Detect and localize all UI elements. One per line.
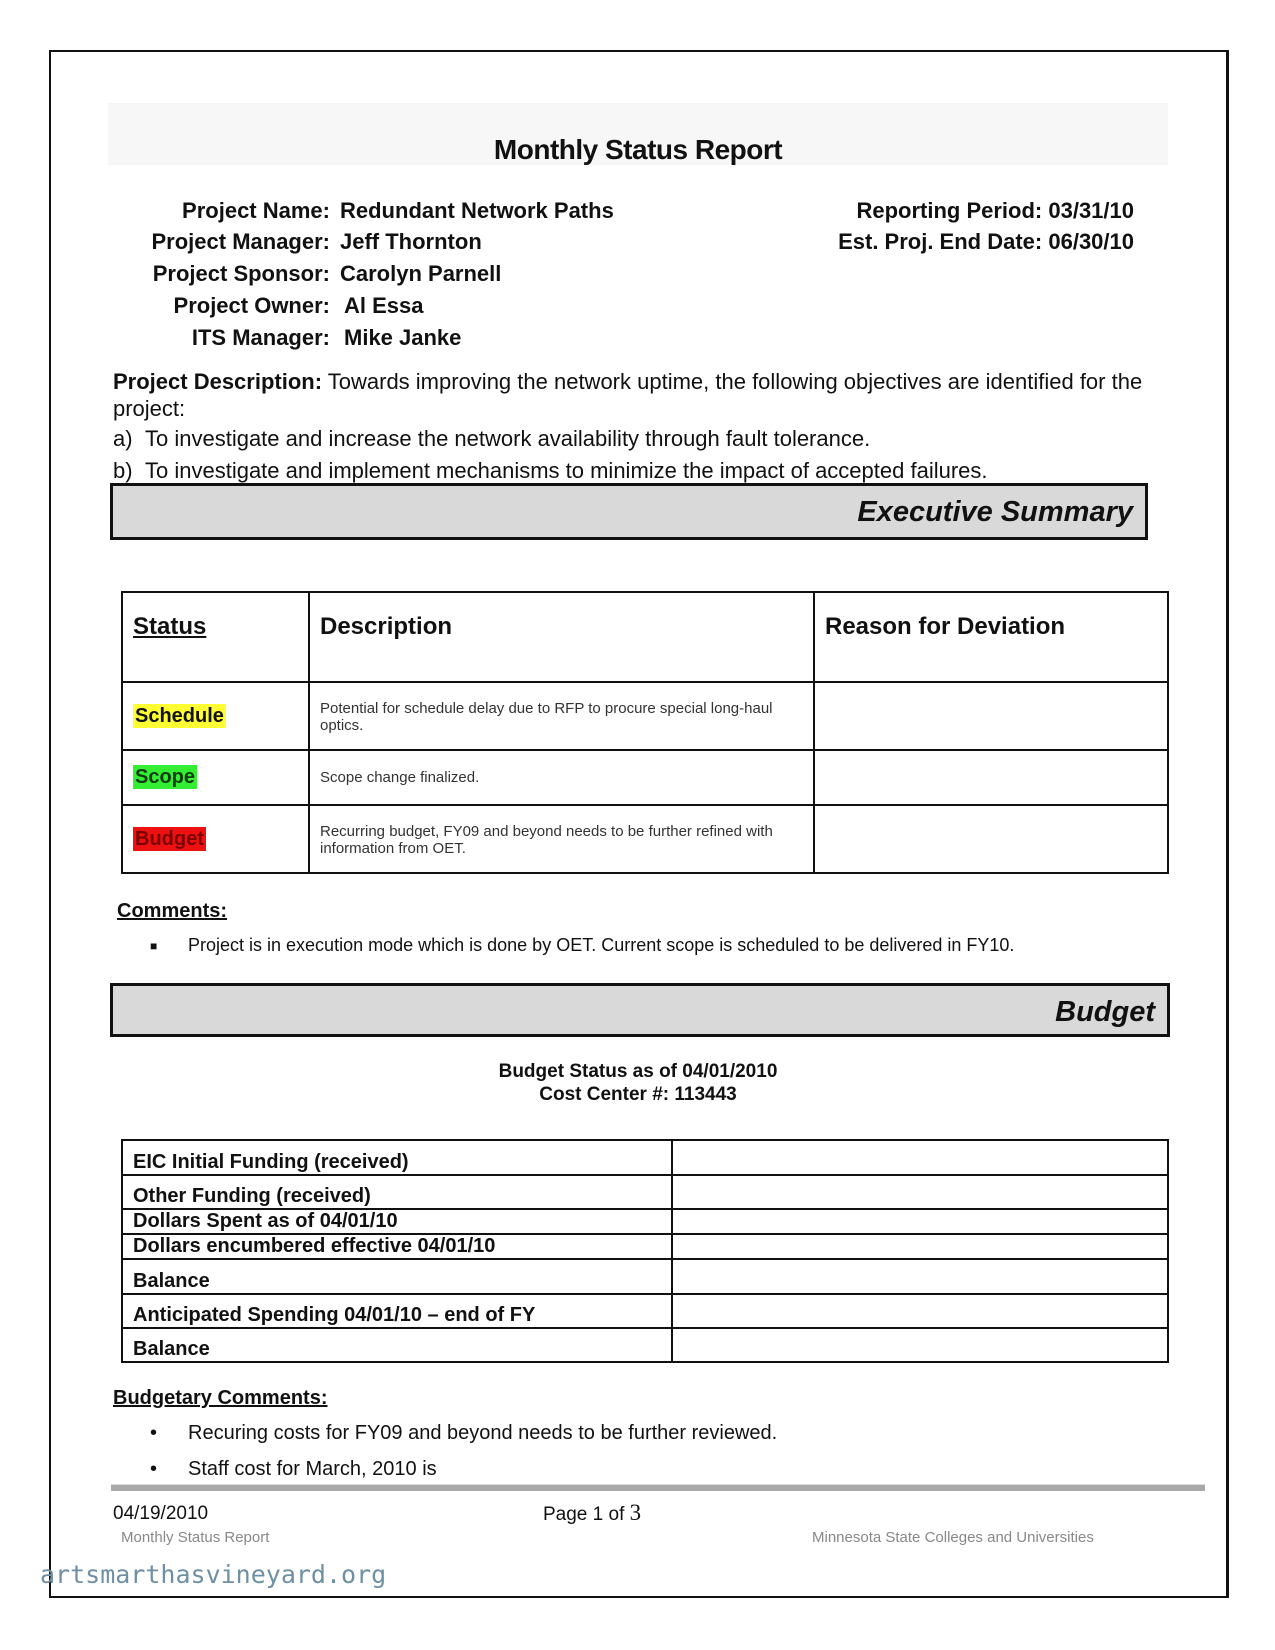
table-row: Balance bbox=[121, 1258, 1169, 1295]
project-owner-label: Project Owner: bbox=[173, 293, 330, 318]
project-manager-label: Project Manager: bbox=[151, 229, 331, 254]
table-row: Dollars encumbered effective 04/01/10 bbox=[121, 1233, 1169, 1260]
page-total: 3 bbox=[629, 1500, 642, 1525]
reporting-period-row: Reporting Period: 03/31/10 bbox=[856, 198, 1134, 224]
column-header-status: Status bbox=[121, 591, 310, 683]
footer-organization: Minnesota State Colleges and Universitie… bbox=[812, 1529, 1094, 1546]
objective-item: b) To investigate and implement mechanism… bbox=[113, 458, 988, 484]
reporting-period-label: Reporting Period: bbox=[856, 198, 1043, 223]
comment-item: ■ Project is in execution mode which is d… bbox=[150, 935, 1014, 956]
table-row: Scope Scope change finalized. bbox=[121, 749, 1169, 806]
est-end-date-value: 06/30/10 bbox=[1048, 229, 1134, 254]
budget-row-value bbox=[671, 1174, 1169, 1210]
project-sponsor-value: Carolyn Parnell bbox=[340, 261, 502, 286]
budgetary-comment-text: Staff cost for March, 2010 is bbox=[188, 1458, 437, 1480]
budget-row-label: Dollars encumbered effective 04/01/10 bbox=[121, 1233, 673, 1260]
status-cell: Scope bbox=[121, 749, 310, 806]
budget-row-value bbox=[671, 1258, 1169, 1295]
description-cell: Scope change finalized. bbox=[308, 749, 815, 806]
objective-text: To investigate and implement mechanisms … bbox=[145, 458, 988, 483]
project-name-label: Project Name: bbox=[182, 198, 330, 223]
status-badge-scope: Scope bbox=[133, 765, 198, 789]
executive-summary-heading: Executive Summary bbox=[110, 483, 1148, 540]
bullet-icon: • bbox=[150, 1422, 158, 1444]
objective-item: a) To investigate and increase the networ… bbox=[113, 426, 870, 452]
reason-cell bbox=[813, 804, 1169, 874]
column-header-description: Description bbox=[308, 591, 815, 683]
project-name-row: Project Name: Redundant Network Paths bbox=[0, 198, 614, 224]
comment-text: Project is in execution mode which is do… bbox=[188, 935, 1015, 955]
status-badge-budget: Budget bbox=[133, 826, 206, 851]
table-row: Schedule Potential for schedule delay du… bbox=[121, 681, 1169, 751]
est-end-date-label: Est. Proj. End Date: bbox=[838, 229, 1043, 254]
budget-table: EIC Initial Funding (received) Other Fun… bbox=[121, 1139, 1169, 1363]
status-cell: Budget bbox=[121, 804, 310, 874]
budget-row-value bbox=[671, 1327, 1169, 1363]
reason-cell bbox=[813, 749, 1169, 806]
budgetary-comment-text: Recuring costs for FY09 and beyond needs… bbox=[188, 1422, 778, 1444]
table-row: Balance bbox=[121, 1327, 1169, 1363]
table-row: Other Funding (received) bbox=[121, 1174, 1169, 1210]
budget-heading: Budget bbox=[110, 983, 1170, 1037]
footer-document-name: Monthly Status Report bbox=[121, 1529, 270, 1546]
cost-center-line: Cost Center #: 113443 bbox=[539, 1084, 737, 1105]
budget-status-line: Budget Status as of 04/01/2010 bbox=[498, 1061, 778, 1082]
budget-row-label: Dollars Spent as of 04/01/10 bbox=[121, 1208, 673, 1235]
budget-row-value bbox=[671, 1293, 1169, 1329]
status-badge-schedule: Schedule bbox=[133, 703, 226, 728]
est-end-date-row: Est. Proj. End Date: 06/30/10 bbox=[838, 229, 1134, 255]
project-owner-row: Project Owner: Al Essa bbox=[0, 293, 424, 319]
table-row: Dollars Spent as of 04/01/10 bbox=[121, 1208, 1169, 1235]
budget-row-label: Other Funding (received) bbox=[121, 1174, 673, 1210]
budget-row-label: EIC Initial Funding (received) bbox=[121, 1139, 673, 1176]
watermark: artsmarthasvineyard.org bbox=[40, 1560, 387, 1589]
square-bullet-icon: ■ bbox=[150, 939, 158, 954]
budget-row-label: Balance bbox=[121, 1258, 673, 1295]
description-cell: Recurring budget, FY09 and beyond needs … bbox=[308, 804, 815, 874]
footer-date: 04/19/2010 bbox=[113, 1503, 209, 1524]
project-sponsor-row: Project Sponsor: Carolyn Parnell bbox=[0, 261, 502, 287]
budget-row-label: Balance bbox=[121, 1327, 673, 1363]
footer-divider bbox=[111, 1484, 1205, 1491]
bullet-icon: • bbox=[150, 1458, 158, 1480]
budget-row-label: Anticipated Spending 04/01/10 – end of F… bbox=[121, 1293, 673, 1329]
reason-cell bbox=[813, 681, 1169, 751]
project-name-value: Redundant Network Paths bbox=[340, 198, 614, 223]
budgetary-comments-heading: Budgetary Comments: bbox=[113, 1387, 328, 1409]
budgetary-comment-item: • Recuring costs for FY09 and beyond need… bbox=[150, 1422, 777, 1445]
budgetary-comment-item: • Staff cost for March, 2010 is bbox=[150, 1458, 437, 1481]
reporting-period-value: 03/31/10 bbox=[1048, 198, 1134, 223]
project-owner-value: Al Essa bbox=[344, 293, 424, 318]
project-description-label: Project Description: bbox=[113, 369, 323, 394]
budget-row-value bbox=[671, 1139, 1169, 1176]
objective-marker: a) bbox=[113, 426, 133, 451]
project-manager-row: Project Manager: Jeff Thornton bbox=[0, 229, 482, 255]
project-description: Project Description: Towards improving t… bbox=[113, 368, 1163, 422]
table-row: Anticipated Spending 04/01/10 – end of F… bbox=[121, 1293, 1169, 1329]
executive-summary-table: Status Description Reason for Deviation … bbox=[121, 591, 1169, 874]
table-row: EIC Initial Funding (received) bbox=[121, 1139, 1169, 1176]
footer-page-number: Page 1 of 3 bbox=[543, 1500, 641, 1526]
table-row: Budget Recurring budget, FY09 and beyond… bbox=[121, 804, 1169, 874]
comments-heading: Comments: bbox=[117, 900, 228, 922]
project-sponsor-label: Project Sponsor: bbox=[152, 261, 330, 286]
status-cell: Schedule bbox=[121, 681, 310, 751]
its-manager-label: ITS Manager: bbox=[191, 325, 330, 350]
column-header-reason: Reason for Deviation bbox=[813, 591, 1169, 683]
its-manager-value: Mike Janke bbox=[344, 325, 462, 350]
objective-text: To investigate and increase the network … bbox=[145, 426, 871, 451]
description-cell: Potential for schedule delay due to RFP … bbox=[308, 681, 815, 751]
its-manager-row: ITS Manager: Mike Janke bbox=[0, 325, 462, 351]
budget-row-value bbox=[671, 1208, 1169, 1235]
table-header-row: Status Description Reason for Deviation bbox=[121, 591, 1169, 683]
project-manager-value: Jeff Thornton bbox=[340, 229, 482, 254]
page-prefix: Page 1 of bbox=[543, 1504, 630, 1525]
budget-row-value bbox=[671, 1233, 1169, 1260]
document-title: Monthly Status Report bbox=[493, 134, 783, 165]
objective-marker: b) bbox=[113, 458, 133, 483]
